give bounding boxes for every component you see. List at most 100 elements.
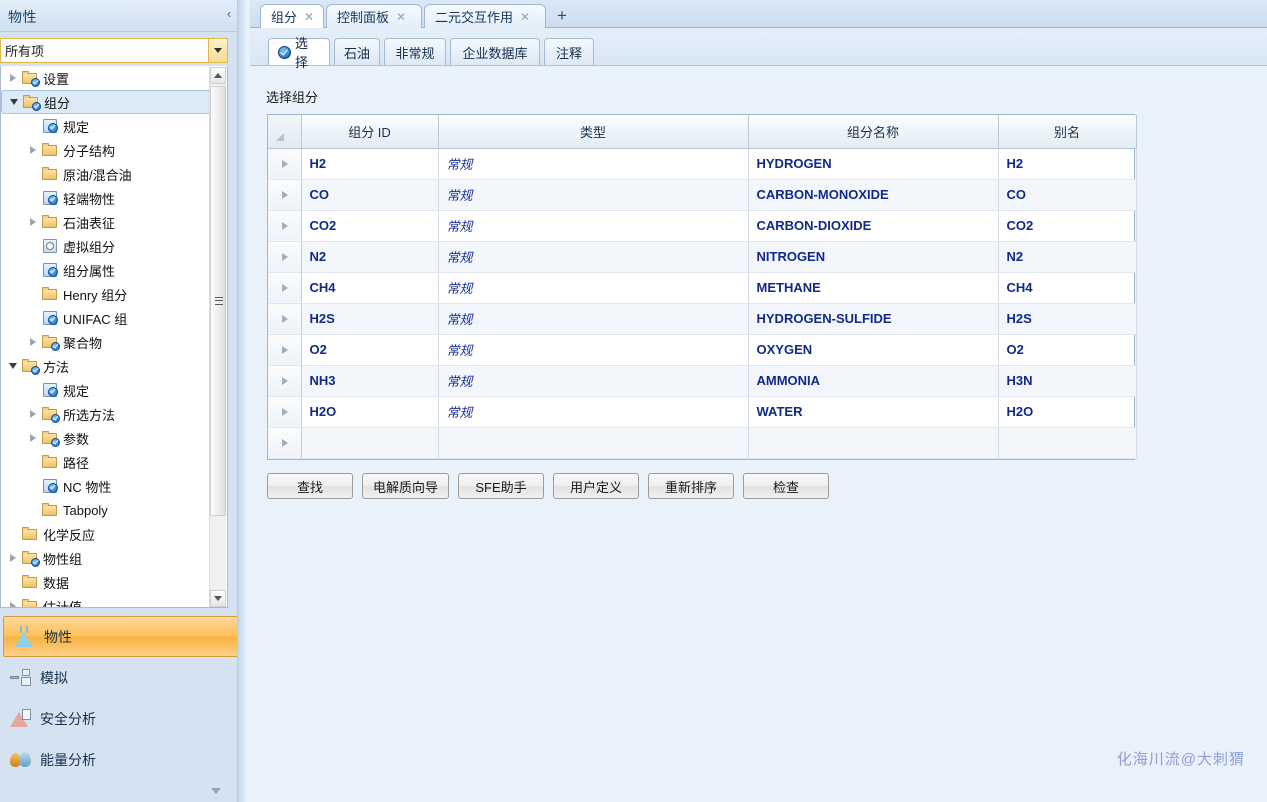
action-button-5[interactable]: 检查 [743, 473, 830, 499]
cell-component-id[interactable]: H2 [301, 148, 439, 180]
row-selector-cell[interactable] [268, 210, 302, 242]
action-button-1[interactable]: 电解质向导 [362, 473, 450, 499]
cell-component-id[interactable]: CO2 [301, 210, 439, 242]
cell-component-id[interactable] [301, 427, 439, 459]
chevron-right-icon[interactable] [25, 402, 41, 426]
nav-item-0[interactable]: 物性 [3, 616, 242, 657]
cell-component-name[interactable]: AMMONIA [748, 365, 999, 397]
chevron-down-icon[interactable] [208, 39, 227, 62]
chevron-right-icon[interactable] [25, 210, 41, 234]
cell-alias[interactable]: CO2 [998, 210, 1137, 242]
cell-component-id[interactable]: CH4 [301, 272, 439, 304]
tree-item-9[interactable]: Henry 组分 [1, 282, 227, 306]
cell-component-name[interactable]: NITROGEN [748, 241, 999, 273]
row-selector-cell[interactable] [268, 241, 302, 273]
chevron-right-icon[interactable] [5, 594, 21, 607]
tree-item-19[interactable]: 化学反应 [1, 522, 227, 546]
column-header-component-name[interactable]: 组分名称 [748, 115, 999, 149]
cell-component-name[interactable] [748, 427, 999, 459]
chevron-down-icon[interactable] [209, 784, 223, 798]
sub-tab-3[interactable]: 企业数据库 [450, 38, 540, 65]
document-tab-1[interactable]: 控制面板 ✕ [326, 4, 422, 28]
cell-alias[interactable]: H3N [998, 365, 1137, 397]
cell-component-id[interactable]: CO [301, 179, 439, 211]
tree-item-1[interactable]: 组分 [1, 90, 223, 114]
table-row[interactable]: H2S 常规 HYDROGEN-SULFIDE H2S [268, 303, 1137, 335]
row-selector-cell[interactable] [268, 272, 302, 304]
cell-alias[interactable]: CH4 [998, 272, 1137, 304]
cell-component-id[interactable]: H2O [301, 396, 439, 428]
tree-item-3[interactable]: 分子结构 [1, 138, 227, 162]
cell-type[interactable]: 常规 [438, 148, 749, 180]
cell-alias[interactable]: O2 [998, 334, 1137, 366]
chevron-right-icon[interactable] [5, 66, 21, 90]
tree-filter-combo[interactable] [0, 38, 228, 63]
cell-alias[interactable]: H2O [998, 396, 1137, 428]
tree-item-21[interactable]: 数据 [1, 570, 227, 594]
cell-component-id[interactable]: NH3 [301, 365, 439, 397]
chevron-right-icon[interactable] [25, 330, 41, 354]
chevron-down-icon[interactable] [5, 354, 21, 378]
sub-tab-1[interactable]: 石油 [334, 38, 380, 65]
tree-filter-input[interactable] [1, 42, 208, 59]
tree-item-17[interactable]: NC 物性 [1, 474, 227, 498]
row-selector-cell[interactable] [268, 427, 302, 459]
nav-item-3[interactable]: 能量分析 [0, 739, 245, 780]
tree-item-11[interactable]: 聚合物 [1, 330, 227, 354]
tree-item-16[interactable]: 路径 [1, 450, 227, 474]
cell-alias[interactable] [998, 427, 1137, 459]
table-row[interactable] [268, 427, 1137, 459]
tree-item-10[interactable]: UNIFAC 组 [1, 306, 227, 330]
scroll-up-icon[interactable] [210, 67, 226, 84]
table-row[interactable]: O2 常规 OXYGEN O2 [268, 334, 1137, 366]
document-tab-2[interactable]: 二元交互作用 ✕ [424, 4, 546, 28]
cell-type[interactable]: 常规 [438, 272, 749, 304]
table-row[interactable]: CH4 常规 METHANE CH4 [268, 272, 1137, 304]
column-header-alias[interactable]: 别名 [998, 115, 1137, 149]
new-tab-button[interactable]: + [552, 6, 572, 26]
row-selector-cell[interactable] [268, 365, 302, 397]
tree-item-0[interactable]: 设置 [1, 66, 227, 90]
action-button-2[interactable]: SFE助手 [458, 473, 545, 499]
cell-type[interactable]: 常规 [438, 241, 749, 273]
cell-component-id[interactable]: H2S [301, 303, 439, 335]
row-selector-cell[interactable] [268, 148, 302, 180]
row-selector-cell[interactable] [268, 334, 302, 366]
chevron-down-icon[interactable] [6, 90, 22, 114]
cell-alias[interactable]: CO [998, 179, 1137, 211]
chevron-right-icon[interactable] [25, 426, 41, 450]
cell-component-name[interactable]: HYDROGEN [748, 148, 999, 180]
cell-component-name[interactable]: METHANE [748, 272, 999, 304]
tree-item-2[interactable]: 规定 [1, 114, 227, 138]
tree-item-8[interactable]: 组分属性 [1, 258, 227, 282]
cell-alias[interactable]: H2 [998, 148, 1137, 180]
tree-item-15[interactable]: 参数 [1, 426, 227, 450]
tree-item-12[interactable]: 方法 [1, 354, 227, 378]
tree-item-4[interactable]: 原油/混合油 [1, 162, 227, 186]
nav-item-1[interactable]: 模拟 [0, 657, 245, 698]
cell-type[interactable]: 常规 [438, 334, 749, 366]
chevron-right-icon[interactable] [5, 546, 21, 570]
tree-item-7[interactable]: 虚拟组分 [1, 234, 227, 258]
sub-tab-2[interactable]: 非常规 [384, 38, 446, 65]
table-row[interactable]: H2 常规 HYDROGEN H2 [268, 148, 1137, 180]
column-header-component-id[interactable]: 组分 ID [301, 115, 439, 149]
document-tab-0[interactable]: 组分 ✕ [260, 4, 324, 28]
tree-item-22[interactable]: 估计值 [1, 594, 227, 607]
tree-vertical-scrollbar[interactable] [209, 67, 226, 607]
cell-alias[interactable]: N2 [998, 241, 1137, 273]
components-grid[interactable]: 组分 ID 类型 组分名称 别名 H2 常规 HYDROGEN H2 CO 常规 CARBO… [267, 114, 1137, 460]
table-row[interactable]: N2 常规 NITROGEN N2 [268, 241, 1137, 273]
cell-component-name[interactable]: CARBON-DIOXIDE [748, 210, 999, 242]
grid-corner-cell[interactable] [268, 115, 302, 149]
table-row[interactable]: CO2 常规 CARBON-DIOXIDE CO2 [268, 210, 1137, 242]
tree-item-5[interactable]: 轻端物性 [1, 186, 227, 210]
navigation-tree[interactable]: 设置 组分 规定 分子结构 原油/混合油 轻端物性 石油表征 虚拟组分 组分属性 Henry 组分… [0, 66, 228, 608]
cell-component-name[interactable]: CARBON-MONOXIDE [748, 179, 999, 211]
cell-type[interactable]: 常规 [438, 303, 749, 335]
tree-item-20[interactable]: 物性组 [1, 546, 227, 570]
nav-item-2[interactable]: 安全分析 [0, 698, 245, 739]
sidebar-splitter[interactable] [237, 0, 245, 802]
row-selector-cell[interactable] [268, 303, 302, 335]
column-header-type[interactable]: 类型 [438, 115, 749, 149]
